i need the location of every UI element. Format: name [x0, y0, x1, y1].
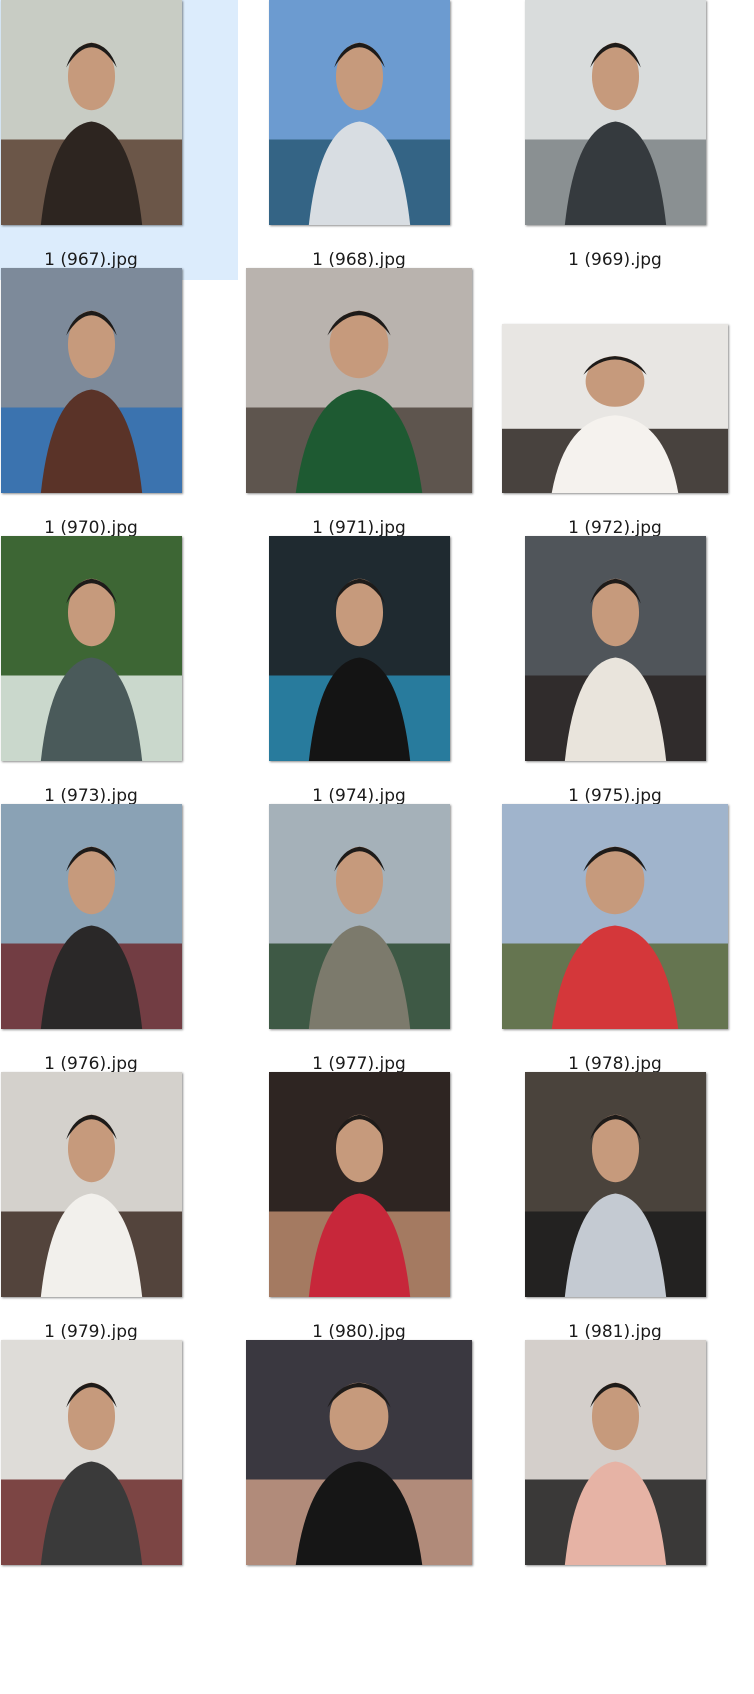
stadium-group-thumbnail-icon — [1, 268, 182, 493]
file-item[interactable] — [0, 1340, 238, 1620]
file-name-label: 1 (978).jpg — [568, 1054, 662, 1074]
file-item[interactable]: 1 (981).jpg — [496, 1072, 734, 1352]
forest-rock-thumbnail-icon — [269, 804, 450, 1029]
file-name-label: 1 (976).jpg — [44, 1054, 138, 1074]
file-item[interactable]: 1 (972).jpg — [496, 268, 734, 548]
product-table-thumbnail-icon — [525, 1340, 706, 1565]
file-item[interactable]: 1 (974).jpg — [240, 536, 478, 816]
file-item[interactable]: 1 (976).jpg — [0, 804, 238, 1084]
file-item[interactable]: 1 (980).jpg — [240, 1072, 478, 1352]
file-item[interactable] — [496, 1340, 734, 1620]
file-item[interactable]: 1 (970).jpg — [0, 268, 238, 548]
event-suit-thumbnail-icon — [269, 536, 450, 761]
three-people-thumbnail-icon — [502, 324, 728, 493]
vest-portrait-thumbnail-icon — [1, 1072, 182, 1297]
file-name-label: 1 (980).jpg — [312, 1322, 406, 1342]
file-name-label: 1 (967).jpg — [44, 250, 138, 270]
file-name-label: 1 (972).jpg — [568, 518, 662, 538]
mirror-selfie-thumbnail-icon — [269, 1072, 450, 1297]
file-item[interactable]: 1 (977).jpg — [240, 804, 478, 1084]
file-name-label: 1 (970).jpg — [44, 518, 138, 538]
file-name-label: 1 (979).jpg — [44, 1322, 138, 1342]
file-item[interactable] — [240, 1340, 478, 1620]
file-item[interactable]: 1 (971).jpg — [240, 268, 478, 548]
file-name-label: 1 (974).jpg — [312, 786, 406, 806]
file-thumbnail-grid: 1 (967).jpg 1 (968).jpg 1 (969).jpg 1 (970)… — [0, 0, 754, 1694]
file-item[interactable]: 1 (967).jpg — [0, 0, 238, 280]
file-name-label: 1 (969).jpg — [568, 250, 662, 270]
family-cabin-thumbnail-icon — [502, 804, 728, 1029]
selfie-shop-thumbnail-icon — [246, 1340, 472, 1565]
group-party-thumbnail-icon — [246, 268, 472, 493]
file-item[interactable]: 1 (969).jpg — [496, 0, 734, 280]
file-item[interactable]: 1 (978).jpg — [496, 804, 734, 1084]
file-name-label: 1 (968).jpg — [312, 250, 406, 270]
portrait-thumbnail-icon — [1, 0, 182, 225]
laptop-selfie-thumbnail-icon — [525, 1072, 706, 1297]
file-name-label: 1 (977).jpg — [312, 1054, 406, 1074]
file-name-label: 1 (975).jpg — [568, 786, 662, 806]
waterfall-thumbnail-icon — [1, 536, 182, 761]
costume-thumbnail-icon — [1, 1340, 182, 1565]
two-people-thumbnail-icon — [525, 536, 706, 761]
file-item[interactable]: 1 (968).jpg — [240, 0, 478, 280]
file-name-label: 1 (971).jpg — [312, 518, 406, 538]
yacht-sea-thumbnail-icon — [269, 0, 450, 225]
file-name-label: 1 (973).jpg — [44, 786, 138, 806]
file-item[interactable]: 1 (973).jpg — [0, 536, 238, 816]
file-name-label: 1 (981).jpg — [568, 1322, 662, 1342]
mountain-portrait-thumbnail-icon — [1, 804, 182, 1029]
gym-thumbnail-icon — [525, 0, 706, 225]
file-item[interactable]: 1 (975).jpg — [496, 536, 734, 816]
file-item[interactable]: 1 (979).jpg — [0, 1072, 238, 1352]
